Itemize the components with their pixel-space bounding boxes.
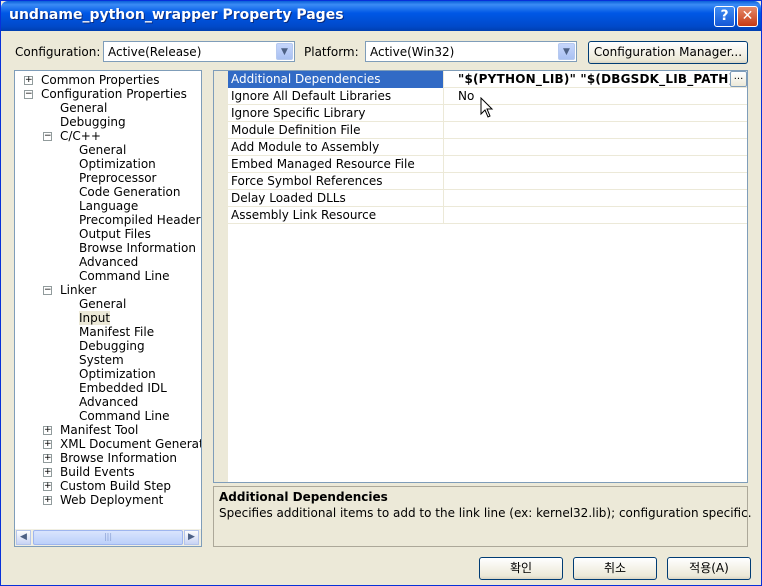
minus-icon[interactable]: −	[24, 90, 33, 99]
property-name: Additional Dependencies	[231, 72, 381, 86]
scroll-right-icon[interactable]: ▶	[184, 530, 199, 545]
ok-button[interactable]: 확인	[479, 557, 563, 580]
tree-item-cpp-child[interactable]: Output Files	[79, 227, 151, 241]
property-row[interactable]: Embed Managed Resource File	[228, 156, 747, 173]
column-divider[interactable]	[443, 88, 444, 105]
title-bar[interactable]: undname_python_wrapper Property Pages ? …	[1, 1, 761, 31]
property-name: Delay Loaded DLLs	[231, 191, 346, 205]
window-title: undname_python_wrapper Property Pages	[9, 7, 344, 23]
apply-button[interactable]: 적용(A)	[667, 557, 751, 580]
tree-item-linker-child[interactable]: General	[79, 297, 126, 311]
tree-item-linker[interactable]: Linker	[60, 283, 96, 297]
chevron-down-icon[interactable]: ▼	[276, 43, 293, 60]
tree-item-cpp-child[interactable]: Browse Information	[79, 241, 196, 255]
tree-item-cpp-child[interactable]: Precompiled Headers	[79, 213, 201, 227]
property-name: Assembly Link Resource	[231, 208, 377, 222]
description-title: Additional Dependencies	[219, 490, 388, 504]
tree-item-linker-child[interactable]: Input	[79, 311, 111, 325]
tree-item-linker-child[interactable]: System	[79, 353, 124, 367]
tree-item-tool[interactable]: Custom Build Step	[60, 479, 171, 493]
tree-item-tool[interactable]: Build Events	[60, 465, 135, 479]
plus-icon[interactable]: +	[43, 468, 52, 477]
scroll-left-icon[interactable]: ◀	[16, 530, 31, 545]
tree-item-general[interactable]: General	[60, 101, 107, 115]
property-row[interactable]: Additional Dependencies "$(PYTHON_LIB)" "…	[228, 71, 747, 88]
plus-icon[interactable]: +	[43, 454, 52, 463]
tree-item-linker-child[interactable]: Embedded IDL	[79, 381, 167, 395]
property-row[interactable]: Delay Loaded DLLs	[228, 190, 747, 207]
description-text: Specifies additional items to add to the…	[219, 506, 752, 520]
mouse-pointer-icon	[480, 97, 494, 118]
configuration-manager-button[interactable]: Configuration Manager...	[588, 41, 748, 64]
help-icon[interactable]: ?	[714, 6, 735, 27]
platform-value: Active(Win32)	[370, 45, 455, 59]
property-name: Force Symbol References	[231, 174, 383, 188]
configuration-dropdown[interactable]: Active(Release) ▼	[103, 41, 295, 62]
property-name: Ignore All Default Libraries	[231, 89, 392, 103]
column-divider[interactable]	[443, 173, 444, 190]
minus-icon[interactable]: −	[43, 132, 52, 141]
edit-ellipsis-button[interactable]: ...	[730, 71, 747, 87]
column-divider[interactable]	[443, 71, 444, 88]
tree-item-cpp-child[interactable]: Code Generation	[79, 185, 180, 199]
property-tree[interactable]: + Common Properties − Configuration Propert…	[14, 70, 202, 547]
chevron-down-icon[interactable]: ▼	[558, 43, 575, 60]
tree-item-cpp-child[interactable]: Language	[79, 199, 138, 213]
horizontal-scrollbar[interactable]: ◀ ||| ▶	[15, 529, 201, 546]
plus-icon[interactable]: +	[43, 482, 52, 491]
column-divider[interactable]	[443, 207, 444, 224]
minus-icon[interactable]: −	[43, 286, 52, 295]
tree-item-cpp-child[interactable]: Optimization	[79, 157, 156, 171]
configuration-value: Active(Release)	[108, 45, 202, 59]
tree-item-common-properties[interactable]: Common Properties	[41, 73, 160, 87]
tree-item-linker-child[interactable]: Manifest File	[79, 325, 154, 339]
tree-item-linker-child[interactable]: Debugging	[79, 339, 145, 353]
property-row[interactable]: Add Module to Assembly	[228, 139, 747, 156]
property-name: Embed Managed Resource File	[231, 157, 415, 171]
cancel-button[interactable]: 취소	[573, 557, 657, 580]
property-value[interactable]: No	[458, 89, 474, 103]
property-row[interactable]: Force Symbol References	[228, 173, 747, 190]
tree-item-debugging[interactable]: Debugging	[60, 115, 126, 129]
tree-item-tool[interactable]: Web Deployment	[60, 493, 163, 507]
plus-icon[interactable]: +	[43, 440, 52, 449]
tree-item-cpp-child[interactable]: Advanced	[79, 255, 138, 269]
column-divider[interactable]	[443, 190, 444, 207]
tree-item-tool[interactable]: XML Document Generator	[60, 437, 201, 451]
tree-item-tool[interactable]: Manifest Tool	[60, 423, 138, 437]
tree-item-linker-child[interactable]: Advanced	[79, 395, 138, 409]
property-value[interactable]: "$(PYTHON_LIB)" "$(DBGSDK_LIB_PATH)₩i	[458, 72, 747, 86]
tree-item-cpp-child[interactable]: Preprocessor	[79, 171, 156, 185]
grid-gutter	[214, 71, 228, 482]
tree-item-linker-child[interactable]: Command Line	[79, 409, 170, 423]
property-name: Add Module to Assembly	[231, 140, 380, 154]
plus-icon[interactable]: +	[43, 426, 52, 435]
tree-item-tool[interactable]: Browse Information	[60, 451, 177, 465]
tree-item-cpp-child[interactable]: Command Line	[79, 269, 170, 283]
tree-item-linker-child[interactable]: Optimization	[79, 367, 156, 381]
column-divider[interactable]	[443, 156, 444, 173]
property-row[interactable]: Assembly Link Resource	[228, 207, 747, 224]
property-name: Ignore Specific Library	[231, 106, 366, 120]
property-grid[interactable]: Additional Dependencies "$(PYTHON_LIB)" "…	[213, 70, 748, 483]
close-icon[interactable]: ✕	[737, 6, 758, 27]
column-divider[interactable]	[443, 122, 444, 139]
tree-item-cpp-child[interactable]: General	[79, 143, 126, 157]
tree-item-configuration-properties[interactable]: Configuration Properties	[41, 87, 187, 101]
tree-item-cpp[interactable]: C/C++	[60, 129, 101, 143]
property-row[interactable]: Module Definition File	[228, 122, 747, 139]
plus-icon[interactable]: +	[24, 76, 33, 85]
column-divider[interactable]	[443, 139, 444, 156]
property-pages-window: undname_python_wrapper Property Pages ? …	[0, 0, 762, 586]
platform-dropdown[interactable]: Active(Win32) ▼	[365, 41, 577, 62]
scrollbar-thumb[interactable]: |||	[33, 530, 183, 545]
property-name: Module Definition File	[231, 123, 361, 137]
plus-icon[interactable]: +	[43, 496, 52, 505]
column-divider[interactable]	[443, 105, 444, 122]
description-panel: Additional Dependencies Specifies additi…	[213, 486, 752, 547]
configuration-label: Configuration:	[15, 45, 101, 59]
platform-label: Platform:	[304, 45, 359, 59]
